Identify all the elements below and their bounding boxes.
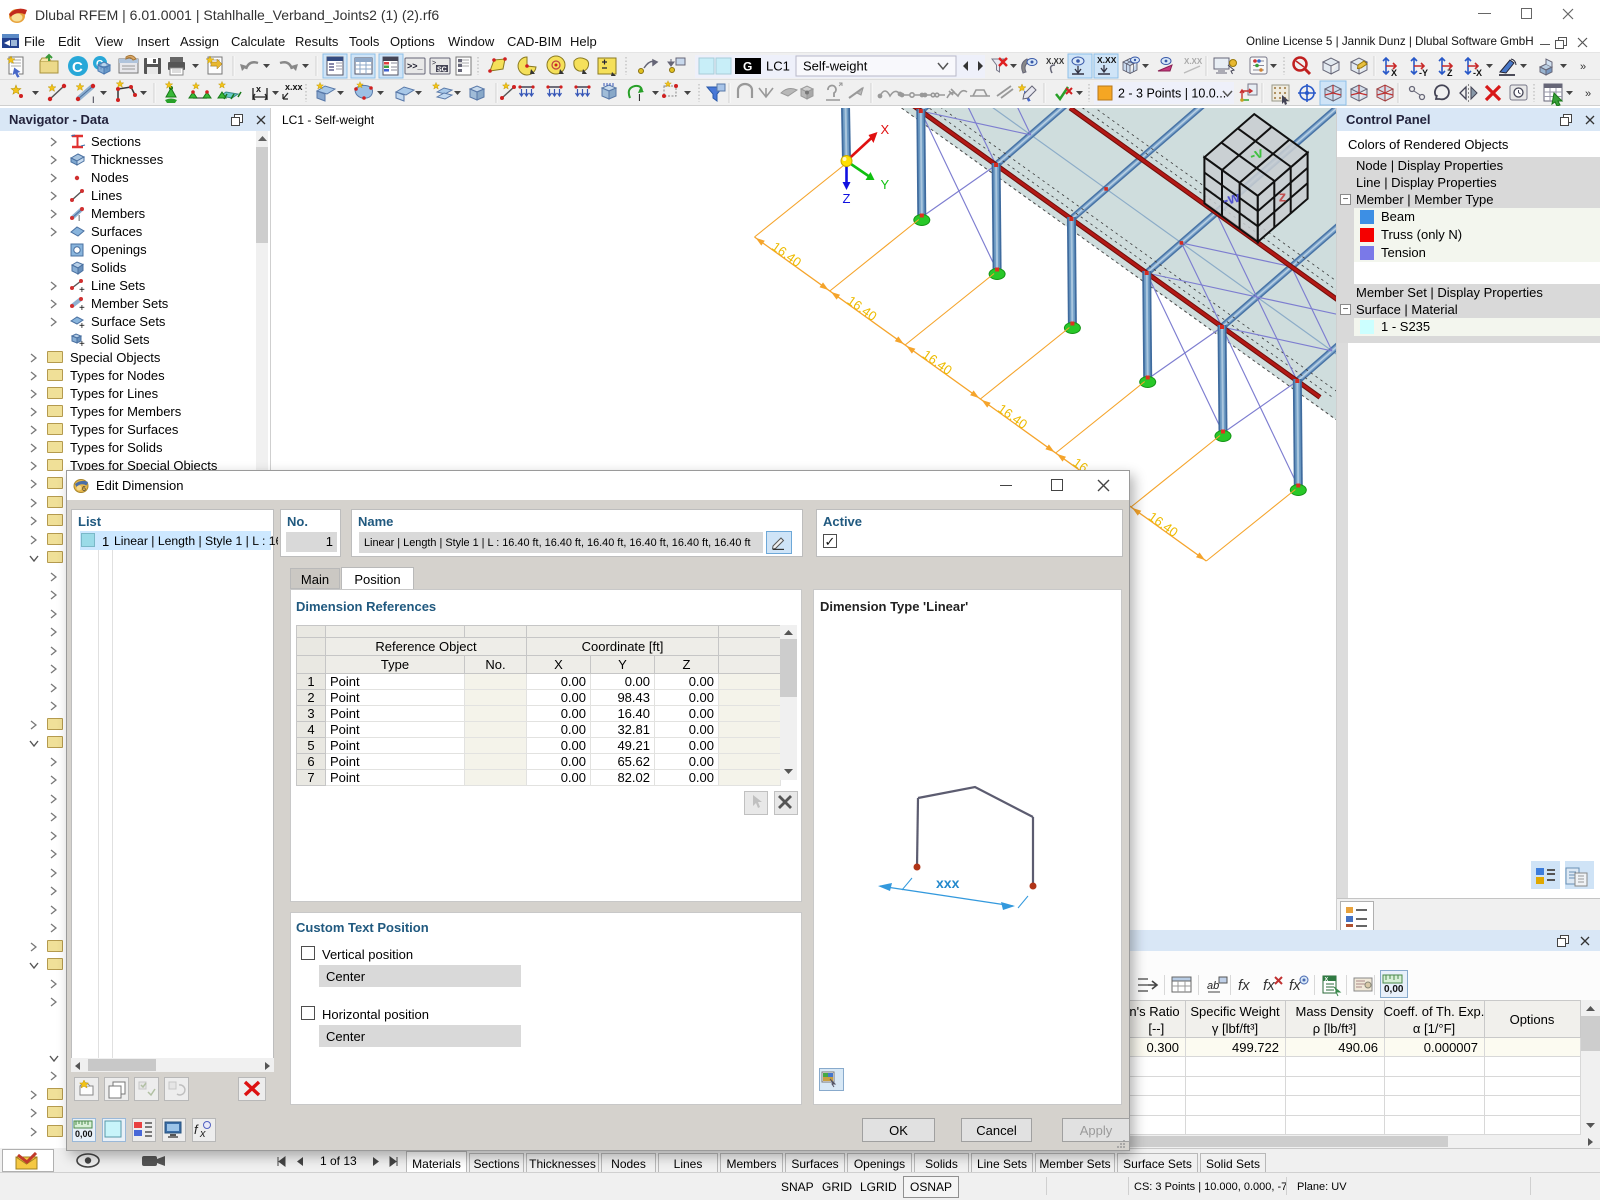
svg-text:X.XX: X.XX [1046, 57, 1065, 66]
svg-text:Self-weight: Self-weight [803, 59, 868, 74]
svg-text:x: x [256, 84, 261, 94]
svg-text:0,00: 0,00 [75, 1129, 93, 1139]
svg-text:fx: fx [1238, 977, 1250, 994]
svg-text:I: I [638, 93, 641, 104]
svg-text:16.40: 16.40 [769, 239, 804, 270]
svg-text:-Y: -Y [1419, 68, 1428, 78]
svg-text:fx: fx [1289, 977, 1301, 994]
svg-text:»: » [1585, 88, 1591, 100]
svg-text:X: X [1325, 977, 1329, 983]
svg-text:0,00: 0,00 [1384, 984, 1404, 995]
svg-text:x.xx: x.xx [285, 82, 303, 92]
svg-text:xxx: xxx [936, 875, 960, 891]
svg-text:LC1: LC1 [766, 59, 790, 74]
svg-text:-X: -X [1473, 68, 1482, 78]
svg-text:+: + [79, 303, 85, 311]
svg-text:2 - 3 Points | 10.0...: 2 - 3 Points | 10.0... [1118, 87, 1226, 101]
svg-text:Y: Y [881, 177, 890, 192]
svg-text:X.XX: X.XX [1097, 55, 1117, 65]
svg-text:C: C [72, 59, 83, 76]
svg-text:+: + [79, 321, 85, 329]
svg-text:16.40: 16.40 [920, 347, 955, 378]
svg-text:I: I [78, 214, 80, 221]
svg-text:6: 6 [82, 486, 86, 493]
svg-text:16.40: 16.40 [845, 293, 880, 324]
svg-text:ab: ab [1207, 980, 1219, 992]
svg-text:X: X [881, 122, 890, 137]
svg-text:z: z [1279, 188, 1287, 205]
svg-text:Z: Z [1447, 68, 1453, 78]
svg-text:+: + [79, 285, 85, 293]
svg-text:SC: SC [437, 67, 447, 74]
svg-text:X: X [1391, 68, 1397, 78]
svg-text:>: > [432, 60, 436, 67]
svg-text:16.40: 16.40 [1146, 509, 1181, 540]
svg-text:G: G [743, 60, 752, 74]
svg-text:»: » [1580, 61, 1586, 73]
svg-text:>>_: >>_ [407, 61, 424, 71]
svg-text:f: f [194, 1122, 199, 1137]
svg-text:16.40: 16.40 [995, 401, 1030, 432]
svg-text:+: + [79, 339, 85, 347]
svg-text:fx: fx [1263, 977, 1275, 994]
svg-text:Z: Z [843, 191, 851, 206]
svg-text:X.XX: X.XX [1184, 57, 1203, 66]
svg-text:x: x [199, 1128, 206, 1139]
svg-text:I: I [92, 95, 95, 105]
